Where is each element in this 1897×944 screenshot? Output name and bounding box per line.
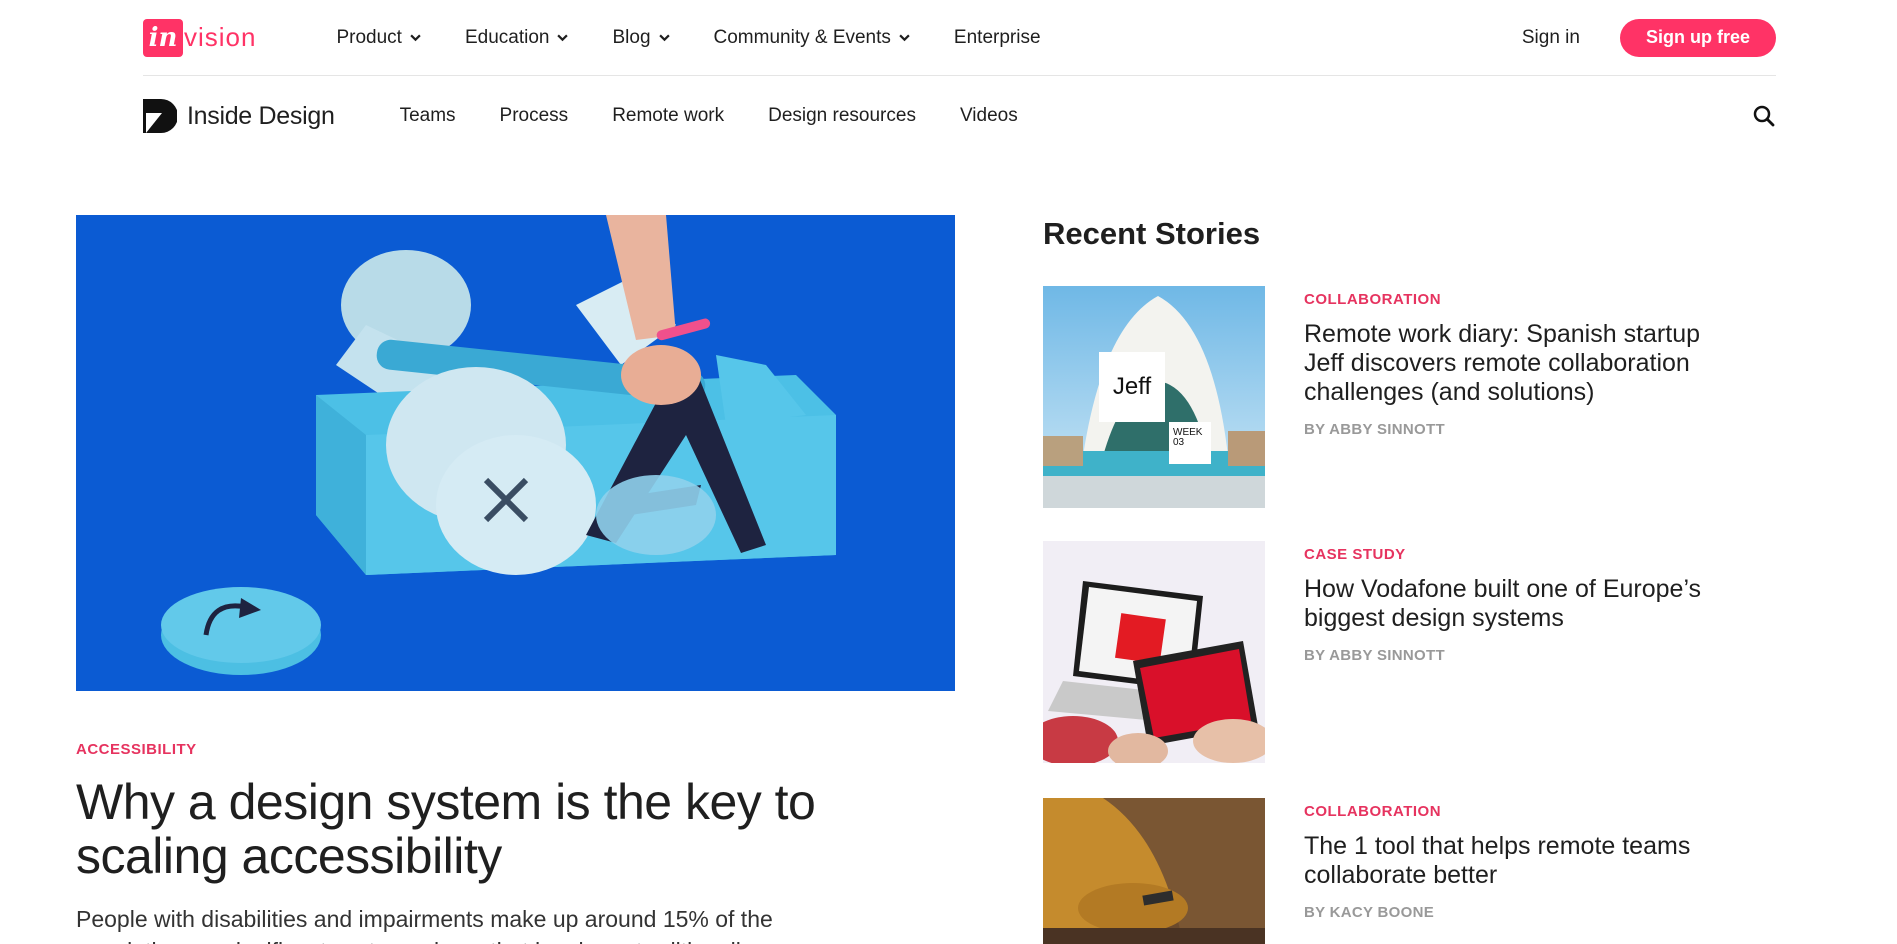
menu-item-label: Education (464, 26, 550, 48)
logo-in-mark: in (143, 18, 183, 57)
menu-item-education[interactable]: Education (465, 27, 569, 49)
story-card[interactable]: COLLABORATION The 1 tool that helps remo… (1043, 798, 1783, 944)
menu-item-product[interactable]: Product (336, 26, 421, 49)
recent-stories-heading: Recent Stories (1043, 216, 1261, 251)
menu-item-community-events[interactable]: Community & Events (714, 27, 910, 49)
week-badge: WEEK 03 (1169, 422, 1211, 464)
section-design-resources[interactable]: Design resources (768, 105, 916, 127)
logo-wordmark: vision (184, 22, 257, 52)
inside-design-logo[interactable]: Inside Design (143, 99, 335, 133)
story-thumbnail[interactable]: Jeff WEEK 03 (1043, 286, 1265, 508)
chevron-down-icon (899, 34, 910, 42)
story-category[interactable]: CASE STUDY (1304, 546, 1744, 563)
sign-up-button[interactable]: Sign up free (1619, 18, 1776, 57)
story-author[interactable]: BY ABBY SINNOTT (1304, 421, 1744, 438)
story-thumbnail[interactable] (1043, 541, 1265, 763)
remote-worker-image (1043, 798, 1265, 944)
jeff-label: Jeff (1099, 352, 1165, 422)
story-title[interactable]: The 1 tool that helps remote teams colla… (1304, 832, 1744, 890)
section-remote-work[interactable]: Remote work (612, 105, 724, 127)
hero-description: People with disabilities and impairments… (76, 906, 773, 944)
story-text: COLLABORATION Remote work diary: Spanish… (1304, 286, 1744, 438)
story-category[interactable]: COLLABORATION (1304, 291, 1744, 308)
account-actions: Sign in Sign up free (1522, 18, 1776, 57)
menu-item-label: Community & Events (713, 26, 891, 48)
top-navigation: in vision Product Education Blog Communi… (143, 0, 1776, 76)
hero-category[interactable]: ACCESSIBILITY (76, 741, 197, 758)
menu-item-label: Product (336, 26, 402, 48)
story-text: CASE STUDY How Vodafone built one of Eur… (1304, 541, 1744, 664)
menu-item-enterprise[interactable]: Enterprise (954, 27, 1041, 49)
chevron-down-icon (410, 34, 421, 42)
story-card[interactable]: CASE STUDY How Vodafone built one of Eur… (1043, 541, 1783, 763)
invision-logo[interactable]: in vision (143, 18, 257, 57)
story-author[interactable]: BY ABBY SINNOTT (1304, 647, 1744, 664)
story-title[interactable]: How Vodafone built one of Europe’s bigge… (1304, 575, 1744, 633)
toolbox-illustration (76, 215, 955, 691)
inside-design-label: Inside Design (187, 101, 335, 130)
inside-design-navigation: Inside Design Teams Process Remote work … (143, 76, 1776, 156)
chevron-down-icon (658, 34, 670, 42)
section-menu: Teams Process Remote work Design resourc… (400, 105, 1018, 127)
hero-title[interactable]: Why a design system is the key to scalin… (76, 775, 896, 883)
main-menu: Product Education Blog Community & Event… (336, 27, 1040, 49)
section-process[interactable]: Process (500, 105, 569, 127)
story-thumbnail[interactable] (1043, 798, 1265, 944)
section-videos[interactable]: Videos (960, 105, 1018, 127)
inside-design-mark-icon (143, 99, 177, 133)
search-icon[interactable] (1752, 104, 1776, 128)
menu-item-label: Enterprise (953, 26, 1041, 48)
story-author[interactable]: BY KACY BOONE (1304, 904, 1744, 921)
chevron-down-icon (557, 34, 569, 42)
story-text: COLLABORATION The 1 tool that helps remo… (1304, 798, 1744, 921)
story-category[interactable]: COLLABORATION (1304, 803, 1744, 820)
sign-in-link[interactable]: Sign in (1522, 27, 1580, 49)
hero-image[interactable] (76, 215, 955, 691)
menu-item-blog[interactable]: Blog (612, 26, 670, 49)
menu-item-label: Blog (612, 26, 651, 48)
section-teams[interactable]: Teams (400, 105, 456, 127)
story-title[interactable]: Remote work diary: Spanish startup Jeff … (1304, 320, 1744, 407)
vodafone-devices-image (1043, 541, 1265, 763)
story-card[interactable]: Jeff WEEK 03 COLLABORATION Remote work d… (1043, 286, 1783, 508)
